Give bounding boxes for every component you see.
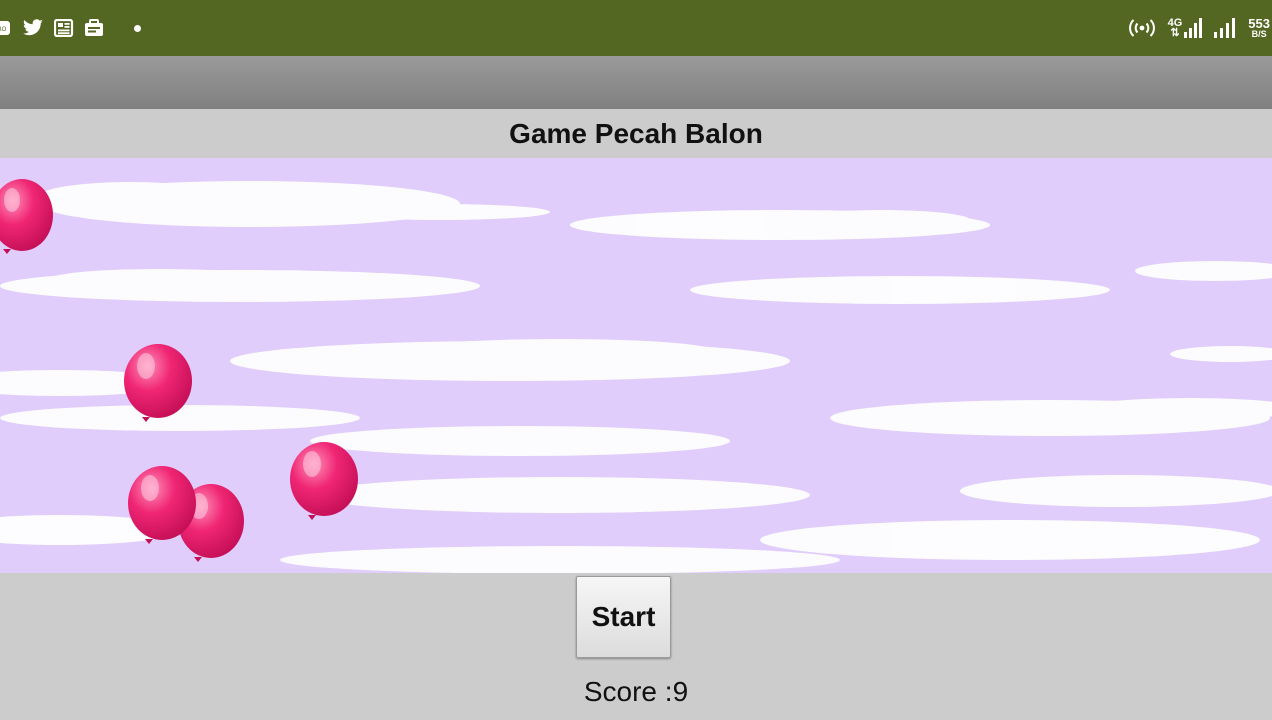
score-display: Score :9 bbox=[0, 676, 1272, 708]
score-value: 9 bbox=[672, 676, 689, 707]
balloon[interactable] bbox=[124, 344, 192, 422]
balloon-layer bbox=[0, 179, 358, 562]
start-button[interactable]: Start bbox=[576, 576, 671, 658]
balloon[interactable] bbox=[0, 179, 53, 254]
score-label: Score : bbox=[583, 676, 673, 707]
briefcase-icon bbox=[84, 19, 104, 37]
status-bar: BO 4G ⇅ 553 B/S bbox=[0, 0, 1272, 56]
notification-icon: BO bbox=[0, 19, 12, 37]
signal-icon bbox=[1184, 18, 1203, 38]
network-type-label: 4G ⇅ bbox=[1167, 17, 1183, 39]
twitter-icon bbox=[22, 19, 44, 37]
hotspot-icon bbox=[1128, 18, 1156, 38]
title-bar: Game Pecah Balon bbox=[0, 109, 1272, 158]
balloon[interactable] bbox=[290, 442, 358, 520]
svg-text:BO: BO bbox=[0, 27, 7, 33]
news-icon bbox=[54, 19, 74, 37]
dot-icon bbox=[134, 24, 141, 32]
game-canvas[interactable] bbox=[0, 158, 1272, 573]
action-bar bbox=[0, 56, 1272, 109]
page-title: Game Pecah Balon bbox=[509, 117, 763, 149]
network-speed: 553 B/S bbox=[1248, 15, 1270, 39]
signal-icon bbox=[1214, 18, 1236, 38]
